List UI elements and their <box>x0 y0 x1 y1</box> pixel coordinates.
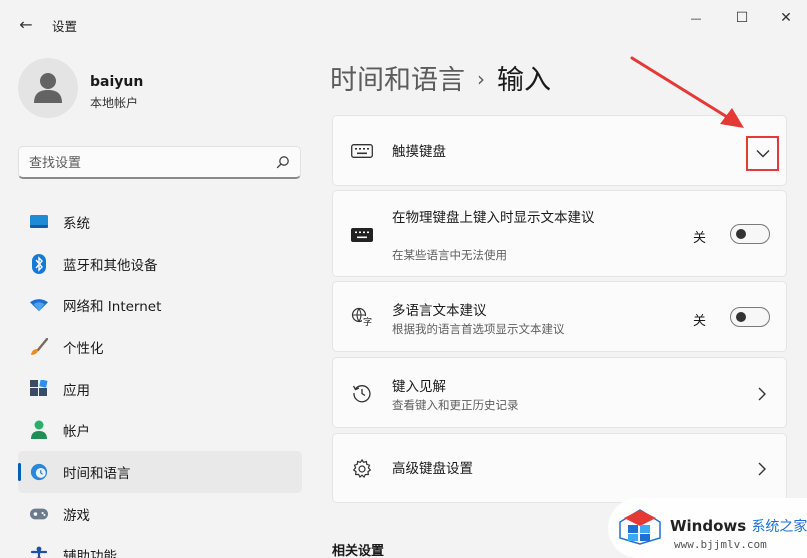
annotation-arrow-icon <box>630 56 744 128</box>
gamepad-icon <box>30 505 48 523</box>
advanced-keyboard-settings-card[interactable]: 高级键盘设置 <box>332 433 787 503</box>
toggle-knob <box>736 312 746 322</box>
app-title: 设置 <box>52 19 78 34</box>
chevron-right-icon <box>758 462 766 476</box>
sidebar-item-personalization[interactable]: 个性化 <box>18 326 302 368</box>
sidebar-item-accounts[interactable]: 帐户 <box>18 409 302 451</box>
card-title: 高级键盘设置 <box>392 461 473 477</box>
sidebar-item-apps[interactable]: 应用 <box>18 368 302 410</box>
minimize-icon: — <box>690 11 702 25</box>
close-button[interactable]: ✕ <box>766 4 806 32</box>
title-bar: ← 设置 — ☐ ✕ <box>0 0 807 48</box>
watermark-brand: Windows 系统之家 <box>670 516 807 536</box>
history-icon <box>351 382 373 404</box>
avatar <box>18 58 78 118</box>
multilingual-suggestions-card: 字 多语言文本建议 根据我的语言首选项显示文本建议 关 <box>332 281 787 352</box>
sidebar-item-label: 时间和语言 <box>63 465 131 482</box>
sidebar-item-time-language[interactable]: 时间和语言 <box>18 451 302 493</box>
user-name: baiyun <box>90 74 144 90</box>
wifi-icon <box>30 296 48 314</box>
typing-insights-card[interactable]: 键入见解 查看键入和更正历史记录 <box>332 357 787 428</box>
sidebar-item-label: 帐户 <box>63 424 90 441</box>
search-icon[interactable] <box>276 155 290 169</box>
sidebar-item-label: 系统 <box>63 215 90 232</box>
apps-icon <box>30 379 48 398</box>
sidebar-item-accessibility[interactable]: 辅助功能 <box>18 535 302 558</box>
chevron-down-icon <box>756 150 769 158</box>
page-title: 输入 <box>497 65 551 96</box>
breadcrumb: 时间和语言 › 输入 <box>330 58 551 97</box>
breadcrumb-separator: › <box>477 67 485 91</box>
language-icon: 字 <box>351 306 373 328</box>
card-title: 在物理键盘上键入时显示文本建议 <box>392 210 595 226</box>
person-icon <box>30 420 48 440</box>
toggle-knob <box>736 229 746 239</box>
user-profile[interactable]: baiyun 本地帐户 <box>18 58 308 122</box>
multilingual-suggestions-toggle[interactable] <box>730 307 770 327</box>
watermark-brand-en: Windows <box>670 517 747 535</box>
keyboard-filled-icon <box>351 224 373 246</box>
sidebar-item-label: 辅助功能 <box>63 549 117 558</box>
sidebar-item-label: 个性化 <box>63 340 104 357</box>
close-icon: ✕ <box>780 10 792 26</box>
maximize-button[interactable]: ☐ <box>722 4 762 32</box>
back-arrow-icon: ← <box>19 14 33 34</box>
toggle-state-label: 关 <box>692 314 706 329</box>
sidebar-item-label: 游戏 <box>63 507 90 524</box>
accessibility-icon <box>30 546 48 558</box>
sidebar-item-gaming[interactable]: 游戏 <box>18 493 302 535</box>
back-button[interactable]: ← <box>14 12 38 36</box>
physical-suggestions-toggle[interactable] <box>730 224 770 244</box>
maximize-icon: ☐ <box>735 10 749 26</box>
active-indicator <box>18 463 21 482</box>
user-avatar-icon <box>34 73 62 103</box>
related-settings-heading: 相关设置 <box>332 544 385 558</box>
bluetooth-icon <box>30 253 48 274</box>
sidebar-nav: 系统 蓝牙和其他设备 网络和 Internet 个性化 应用 帐户 时间和语言 … <box>18 201 302 558</box>
sidebar-item-bluetooth[interactable]: 蓝牙和其他设备 <box>18 243 302 285</box>
globe-clock-icon <box>30 463 48 481</box>
expand-touch-keyboard-button[interactable] <box>746 136 779 171</box>
gear-icon <box>351 458 373 480</box>
minimize-button[interactable]: — <box>676 4 716 32</box>
watermark-url: www.bjjmlv.com <box>674 538 767 551</box>
watermark-brand-cn: 系统之家 <box>751 519 807 535</box>
card-subtitle: 根据我的语言首选项显示文本建议 <box>392 322 565 336</box>
svg-text:字: 字 <box>363 316 372 327</box>
windows-logo-icon <box>619 509 661 545</box>
sidebar-item-label: 蓝牙和其他设备 <box>63 257 158 274</box>
sidebar-item-system[interactable]: 系统 <box>18 201 302 243</box>
card-subtitle: 查看键入和更正历史记录 <box>392 398 519 412</box>
card-title: 键入见解 <box>392 379 446 395</box>
watermark: Windows 系统之家 www.bjjmlv.com <box>608 498 807 558</box>
physical-keyboard-suggestions-card: 在物理键盘上键入时显示文本建议 在某些语言中无法使用 关 <box>332 190 787 277</box>
account-type: 本地帐户 <box>90 96 139 110</box>
card-title: 多语言文本建议 <box>392 303 487 319</box>
sidebar-item-label: 网络和 Internet <box>63 299 162 316</box>
sidebar-item-label: 应用 <box>63 382 90 399</box>
brush-icon <box>30 337 48 356</box>
search-input[interactable] <box>29 153 269 173</box>
card-title: 触摸键盘 <box>392 144 446 160</box>
card-subtitle: 在某些语言中无法使用 <box>392 248 507 262</box>
toggle-state-label: 关 <box>692 231 706 246</box>
breadcrumb-parent[interactable]: 时间和语言 <box>330 65 465 96</box>
sidebar-item-network[interactable]: 网络和 Internet <box>18 284 302 326</box>
chevron-right-icon <box>758 387 766 401</box>
monitor-icon <box>30 213 48 231</box>
search-box <box>18 146 301 179</box>
keyboard-icon <box>351 140 373 162</box>
